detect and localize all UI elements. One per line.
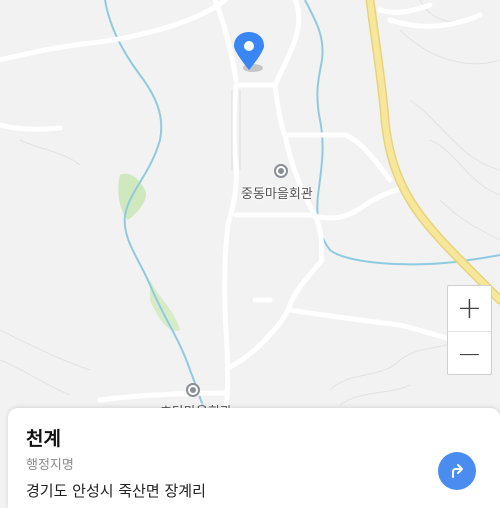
zoom-out-button[interactable]: − xyxy=(448,331,491,376)
poi-marker-icon[interactable] xyxy=(274,164,288,178)
zoom-controls: + − xyxy=(447,285,492,375)
poi-label[interactable]: 중동마을회관 xyxy=(241,183,313,202)
place-title: 천계 xyxy=(26,428,61,450)
zoom-in-button[interactable]: + xyxy=(448,286,491,331)
place-type: 행정지명 xyxy=(26,458,74,473)
directions-icon xyxy=(452,464,463,478)
place-info-card[interactable]: 천계 행정지명 경기도 안성시 죽산면 장계리 xyxy=(8,408,500,508)
directions-button[interactable] xyxy=(438,452,476,490)
poi-marker-icon[interactable] xyxy=(186,383,200,397)
place-address: 경기도 안성시 죽산면 장계리 xyxy=(26,482,206,500)
